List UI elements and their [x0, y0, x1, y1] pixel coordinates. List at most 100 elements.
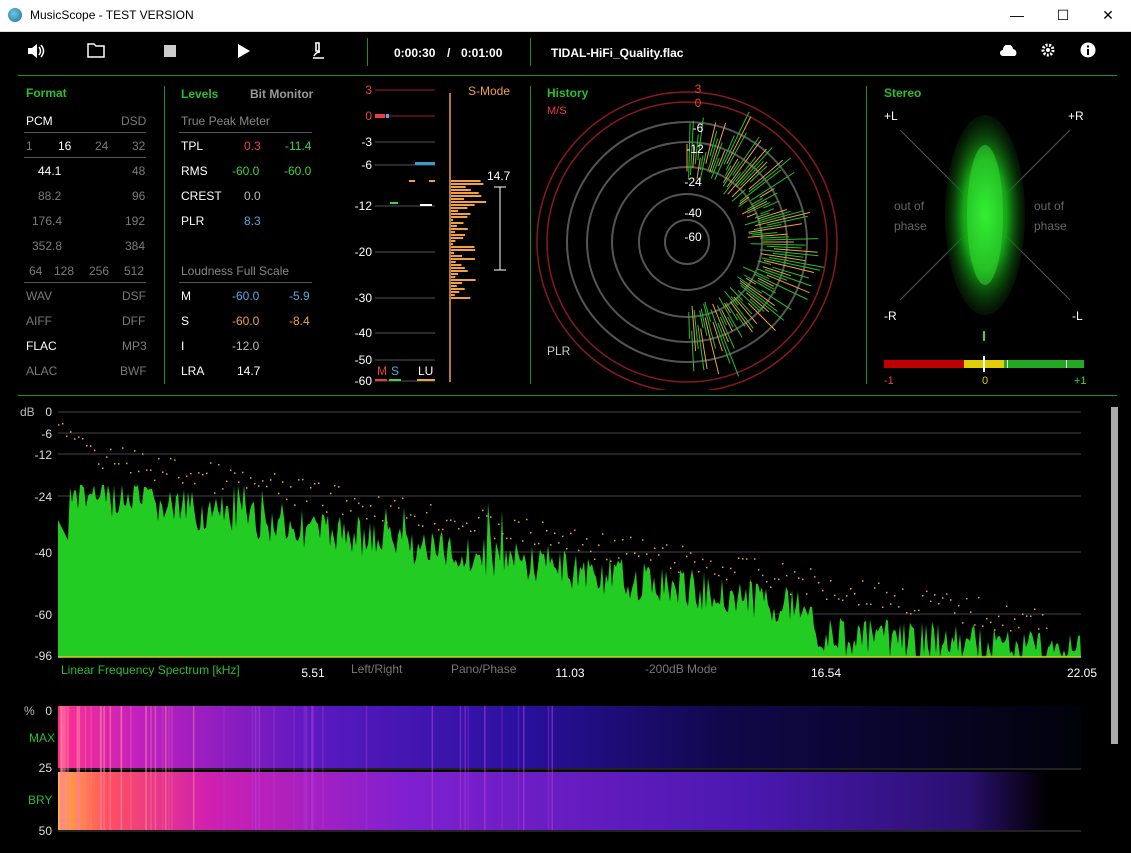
close-icon[interactable]: ✕ — [1085, 0, 1131, 31]
bitdepth-1: 1 — [26, 139, 33, 153]
db-tick-neg6: -6 — [41, 427, 52, 441]
minimize-icon[interactable]: — — [994, 0, 1040, 31]
db-tick-0: 0 — [45, 405, 52, 419]
tpl-value-right: -11.4 — [285, 139, 312, 153]
fmt-bwf: BWF — [120, 364, 147, 378]
corr-max: +1 — [1074, 375, 1087, 387]
sg-max-label: MAX — [29, 731, 55, 745]
db-tick-neg96: -96 — [35, 649, 53, 663]
ring-label-neg12: -12 — [686, 142, 704, 156]
freq-tick-5: 5.51 — [301, 666, 325, 680]
folder-icon[interactable] — [87, 42, 105, 62]
spectrum-db-label: dB — [20, 405, 35, 419]
scrollbar-thumb[interactable] — [1111, 407, 1118, 744]
info-icon[interactable] — [1080, 42, 1096, 62]
rate-88: 88.2 — [38, 189, 62, 203]
stereo-plus-l: +L — [884, 109, 898, 123]
i-value: -12.0 — [232, 339, 260, 353]
tpl-label: TPL — [181, 139, 204, 153]
dsd-label: DSD — [121, 114, 147, 128]
app-icon — [8, 8, 22, 22]
stereo-minus-r: -R — [884, 309, 897, 323]
s-value-right: -8.4 — [289, 314, 310, 328]
meter-tick-neg3: -3 — [361, 135, 372, 149]
mode-200db[interactable]: -200dB Mode — [645, 662, 717, 676]
stereo-minus-l: -L — [1072, 309, 1083, 323]
dsd-64: 64 — [29, 264, 43, 278]
sg-tick-50: 50 — [39, 824, 53, 838]
meter-tick-3: 3 — [365, 83, 372, 97]
rate-176: 176.4 — [32, 214, 63, 228]
spectrum-title: Linear Frequency Spectrum [kHz] — [61, 663, 240, 677]
dsd-128: 128 — [54, 264, 75, 278]
rate-384: 384 — [125, 239, 146, 253]
true-peak-title: True Peak Meter — [181, 114, 270, 128]
toolbar: 0:00:30 / 0:01:00 TIDAL-HiFi_Quality.fla… — [0, 32, 1131, 74]
rms-label: RMS — [181, 164, 208, 178]
mode-pano-phase[interactable]: Pano/Phase — [451, 662, 517, 676]
m-value-left: -60.0 — [232, 289, 260, 303]
stop-icon[interactable] — [164, 45, 176, 57]
m-label: M — [181, 289, 191, 303]
meter-mode: S-Mode — [468, 84, 510, 98]
crest-label: CREST — [181, 189, 222, 203]
crest-value: 0.0 — [244, 189, 261, 203]
play-icon[interactable] — [237, 43, 251, 63]
i-label: I — [181, 339, 185, 353]
sg-tick-25: 25 — [39, 761, 53, 775]
history-plr-label: PLR — [547, 344, 571, 358]
meter-tick-neg30: -30 — [355, 291, 373, 305]
ring-label-3: 3 — [695, 82, 702, 96]
fmt-dsf: DSF — [122, 289, 146, 303]
ring-label-neg40: -40 — [684, 206, 702, 220]
title-bar: MusicScope - TEST VERSION — ☐ ✕ — [0, 0, 1131, 32]
bitdepth-24: 24 — [95, 139, 109, 153]
rate-96: 96 — [132, 189, 146, 203]
freq-tick-11: 11.03 — [555, 666, 584, 680]
stereo-panel: Stereo +L +R -R -L out of phase out of p… — [884, 86, 1087, 387]
pcm-label: PCM — [26, 114, 53, 128]
meter-tick-neg20: -20 — [355, 245, 373, 259]
gear-icon[interactable] — [1040, 42, 1056, 62]
corr-min: -1 — [884, 375, 894, 387]
rms-value-right: -60.0 — [284, 164, 312, 178]
rate-352: 352.8 — [32, 239, 63, 253]
legend-s: S — [391, 364, 399, 378]
speaker-icon[interactable] — [26, 42, 46, 64]
spectrum-panel: dB 0 -6 -12 -24 -40 -60 -96 Linear Frequ… — [20, 405, 1097, 680]
mode-left-right[interactable]: Left/Right — [351, 662, 403, 676]
cloud-icon[interactable] — [999, 44, 1019, 61]
microscope-icon[interactable] — [310, 42, 326, 64]
fmt-aiff: AIFF — [26, 314, 52, 328]
db-tick-neg24: -24 — [35, 490, 53, 504]
ring-label-neg60: -60 — [684, 230, 702, 244]
rate-48: 48 — [132, 164, 146, 178]
out-of-phase-right-1: out of — [1034, 199, 1065, 213]
history-title: History — [547, 86, 589, 100]
corr-mid: 0 — [982, 375, 988, 387]
plr-range-value: 14.7 — [487, 169, 511, 183]
rate-44: 44.1 — [38, 164, 62, 178]
legend-m: M — [377, 364, 387, 378]
lra-label: LRA — [181, 364, 205, 378]
bitdepth-32: 32 — [132, 139, 146, 153]
fmt-mp3: MP3 — [122, 339, 147, 353]
bit-monitor-tab[interactable]: Bit Monitor — [250, 87, 313, 101]
meter-tick-neg6: -6 — [361, 158, 372, 172]
plr-value: 8.3 — [244, 214, 261, 228]
spectrum-area — [58, 485, 1081, 657]
rms-value-left: -60.0 — [232, 164, 260, 178]
history-sub: M/S — [547, 105, 567, 117]
legend-lu: LU — [418, 364, 433, 378]
history-panel: History M/S 3 0 -6 -12 -24 -40 -60 PLR — [536, 82, 838, 390]
plr-label: PLR — [181, 214, 205, 228]
time-total: 0:01:00 — [461, 46, 503, 60]
spectrogram-panel: % 0 MAX 25 BRY 50 — [24, 704, 1081, 838]
maximize-icon[interactable]: ☐ — [1040, 0, 1086, 31]
lra-value: 14.7 — [237, 364, 261, 378]
spectrogram-pct-label: % — [24, 704, 35, 718]
sg-bry-label: BRY — [28, 793, 52, 807]
meter-tick-neg60: -60 — [355, 374, 373, 388]
sg-tick-0: 0 — [45, 704, 52, 718]
stereo-title: Stereo — [884, 86, 921, 100]
